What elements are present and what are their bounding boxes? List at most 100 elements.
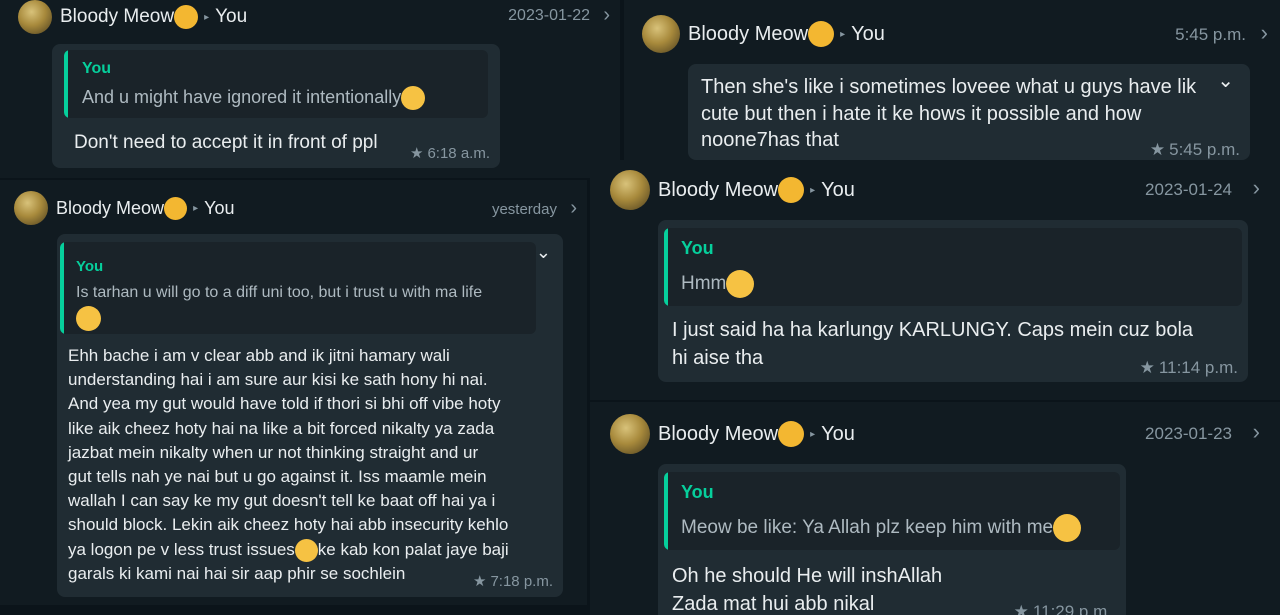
avatar[interactable] bbox=[610, 414, 650, 454]
card-header: Bloody Meow ▸ You bbox=[642, 15, 885, 53]
grinning-cat-emoji-icon bbox=[778, 421, 805, 447]
sender-name: Bloody Meow bbox=[658, 422, 779, 445]
message-line: hi aise tha bbox=[672, 347, 764, 369]
message-line: gut tells nah ye nai but u go against it… bbox=[68, 467, 487, 487]
message-date: yesterday bbox=[491, 201, 557, 218]
sender-name: Bloody Meow bbox=[658, 178, 779, 201]
card-header: Bloody Meow ▸ You bbox=[18, 0, 247, 34]
avatar[interactable] bbox=[18, 0, 52, 34]
message-bubble[interactable]: You Meow be like: Ya Allah plz keep him … bbox=[658, 464, 1126, 615]
quote-text: Hmm bbox=[681, 270, 755, 298]
recipient-name: You bbox=[821, 178, 855, 201]
smiling-face-with-hearts-emoji-icon bbox=[1053, 514, 1082, 542]
starred-card-2[interactable]: Bloody Meow ▸ You yesterday › ⌄ You Is t… bbox=[0, 180, 587, 605]
arrow-separator-icon: ▸ bbox=[810, 428, 816, 440]
sender-name: Bloody Meow bbox=[56, 197, 165, 218]
message-meta: ★ 11:14 p.m. bbox=[1140, 358, 1238, 378]
quote-text: Is tarhan u will go to a diff uni too, b… bbox=[76, 284, 483, 301]
message-meta: ★ 11:29 p.m. bbox=[1014, 602, 1112, 615]
starred-card-4[interactable]: Bloody Meow ▸ You 2023-01-24 › You Hmm I… bbox=[590, 160, 1280, 400]
starred-card-1[interactable]: Bloody Meow ▸ You 2023-01-22 › You And u… bbox=[0, 0, 620, 178]
message-line: I just said ha ha karlungy KARLUNGY. Cap… bbox=[672, 319, 1194, 341]
avatar[interactable] bbox=[14, 191, 48, 225]
message-time: 11:29 p.m. bbox=[1032, 602, 1112, 615]
message-line: cute but then i hate it ke hows it possi… bbox=[701, 102, 1142, 125]
sender-name: Bloody Meow bbox=[688, 22, 809, 45]
message-line: like aik cheez hoty hai na like a bit fo… bbox=[68, 418, 495, 438]
quote-text-content: Hmm bbox=[681, 273, 727, 295]
arrow-separator-icon: ▸ bbox=[193, 202, 199, 214]
star-icon: ★ bbox=[410, 145, 424, 162]
message-text: Don't need to accept it in front of ppl bbox=[74, 132, 378, 153]
message-meta: ★ 5:45 p.m. bbox=[1150, 140, 1240, 160]
quote-accent-bar bbox=[664, 228, 668, 306]
chevron-down-icon[interactable]: ⌄ bbox=[536, 242, 551, 263]
message-line: Oh he should He will inshAllah bbox=[672, 565, 943, 587]
message-line: should block. Lekin aik cheez hoty hai a… bbox=[68, 515, 509, 535]
chevron-right-icon[interactable]: › bbox=[570, 197, 577, 220]
message-line: Then she's like i sometimes loveee what … bbox=[701, 76, 1197, 98]
grinning-cat-emoji-icon bbox=[778, 177, 805, 203]
star-icon: ★ bbox=[473, 573, 487, 590]
recipient-name: You bbox=[851, 22, 885, 45]
message-line: noone7has that bbox=[701, 129, 839, 151]
avatar[interactable] bbox=[642, 15, 680, 53]
message-bubble[interactable]: You And u might have ignored it intentio… bbox=[52, 44, 500, 168]
star-icon: ★ bbox=[1139, 358, 1155, 377]
quote-accent-bar bbox=[664, 472, 668, 550]
card-header: Bloody Meow ▸ You bbox=[14, 191, 234, 225]
card-header: Bloody Meow ▸ You bbox=[610, 170, 855, 210]
recipient-name: You bbox=[215, 6, 248, 27]
message-line: ya logon pe v less trust issues ke kab ko… bbox=[68, 538, 509, 562]
quote-text: Meow be like: Ya Allah plz keep him with… bbox=[681, 514, 1082, 542]
message-text: Ehh bache i am v clear abb and ik jitni … bbox=[68, 344, 509, 586]
quoted-message[interactable]: You Meow be like: Ya Allah plz keep him … bbox=[664, 472, 1120, 550]
quote-author: You bbox=[681, 482, 714, 502]
chevron-right-icon[interactable]: › bbox=[1261, 20, 1268, 46]
quote-author: You bbox=[76, 258, 104, 275]
message-time: 7:18 p.m. bbox=[490, 573, 553, 590]
quoted-message[interactable]: You Is tarhan u will go to a diff uni to… bbox=[60, 242, 536, 334]
message-meta: ★ 7:18 p.m. bbox=[473, 572, 553, 590]
card-header: Bloody Meow ▸ You bbox=[610, 414, 855, 454]
quote-text-content: Meow be like: Ya Allah plz keep him with… bbox=[681, 517, 1054, 539]
message-line: Ehh bache i am v clear abb and ik jitni … bbox=[68, 346, 450, 365]
message-time: 11:14 p.m. bbox=[1158, 358, 1238, 377]
message-bubble[interactable]: ⌄ You Is tarhan u will go to a diff uni … bbox=[57, 234, 563, 597]
arrow-separator-icon: ▸ bbox=[204, 11, 210, 23]
message-text: Then she's like i sometimes loveee what … bbox=[701, 74, 1211, 154]
chevron-right-icon[interactable]: › bbox=[603, 4, 610, 27]
message-time: 5:45 p.m. bbox=[1169, 140, 1240, 159]
quoted-message[interactable]: You Hmm bbox=[664, 228, 1242, 306]
crying-face-emoji-icon bbox=[76, 306, 101, 331]
avatar[interactable] bbox=[610, 170, 650, 210]
message-line: wallah I can say ke my gut doesn't tell … bbox=[68, 491, 496, 511]
message-line: jazbat mein nikalty when ur not thinking… bbox=[68, 442, 479, 462]
grinning-cat-emoji-icon bbox=[174, 5, 199, 29]
smiling-face-with-hearts-emoji-icon bbox=[401, 86, 426, 110]
message-date: 2023-01-22 bbox=[508, 7, 590, 24]
chevron-right-icon[interactable]: › bbox=[1253, 175, 1260, 201]
quote-text-content: And u might have ignored it intentionall… bbox=[82, 86, 402, 107]
starred-card-3[interactable]: Bloody Meow ▸ You 5:45 p.m. › ⌄ Then she… bbox=[624, 0, 1280, 160]
message-bubble[interactable]: ⌄ Then she's like i sometimes loveee wha… bbox=[688, 64, 1250, 160]
arrow-separator-icon: ▸ bbox=[810, 184, 816, 196]
rolling-laughing-emoji-icon bbox=[294, 538, 318, 562]
star-icon: ★ bbox=[1149, 140, 1166, 159]
star-icon: ★ bbox=[1013, 602, 1029, 615]
chevron-right-icon[interactable]: › bbox=[1253, 419, 1260, 445]
message-line: Zada mat hui abb nikal bbox=[672, 593, 875, 615]
message-text: I just said ha ha karlungy KARLUNGY. Cap… bbox=[672, 316, 1193, 372]
recipient-name: You bbox=[204, 197, 235, 218]
message-text: Oh he should He will inshAllah Zada mat … bbox=[672, 562, 942, 615]
arrow-separator-icon: ▸ bbox=[840, 28, 846, 40]
quoted-message[interactable]: You And u might have ignored it intentio… bbox=[64, 50, 488, 118]
message-line: garals ki kami nai hai sir aap phir se s… bbox=[68, 563, 406, 583]
starred-card-5[interactable]: Bloody Meow ▸ You 2023-01-23 › You Meow … bbox=[590, 402, 1280, 615]
grinning-cat-emoji-icon bbox=[808, 21, 835, 47]
chevron-down-icon[interactable]: ⌄ bbox=[1217, 68, 1234, 93]
message-bubble[interactable]: You Hmm I just said ha ha karlungy KARLU… bbox=[658, 220, 1248, 382]
grinning-cat-emoji-icon bbox=[164, 196, 188, 220]
message-meta: ★ 6:18 a.m. bbox=[410, 144, 490, 162]
quote-text: And u might have ignored it intentionall… bbox=[82, 86, 426, 110]
